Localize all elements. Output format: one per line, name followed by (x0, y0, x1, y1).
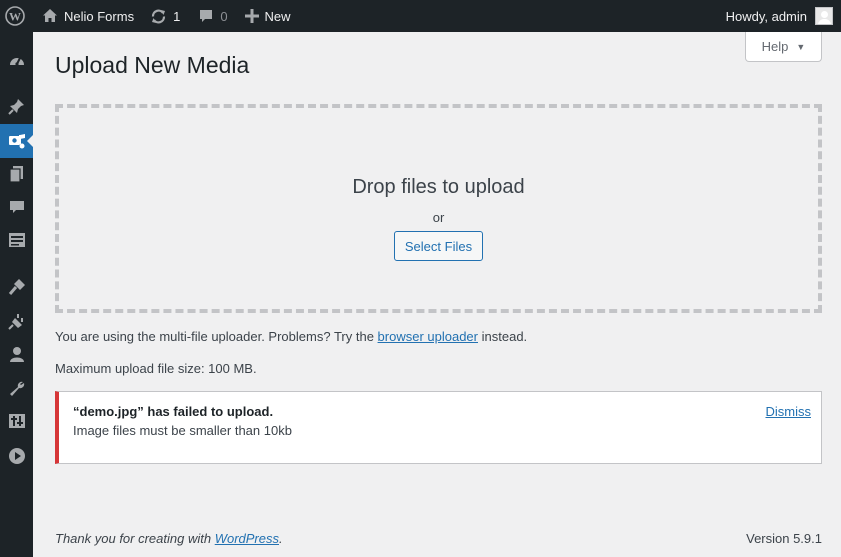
footer-thanks: Thank you for creating with WordPress. (55, 531, 283, 546)
play-icon (8, 448, 25, 464)
menu-item-appearance[interactable] (0, 272, 33, 302)
help-label: Help (761, 39, 789, 54)
media-icon (8, 134, 25, 149)
menu-item-forms[interactable] (0, 225, 33, 255)
site-name-label: Nelio Forms (64, 8, 135, 24)
new-content-link[interactable]: New (235, 0, 298, 32)
menu-item-play[interactable] (0, 441, 33, 471)
greeting-text: Howdy, admin (725, 8, 807, 24)
forms-icon (8, 233, 25, 247)
instead-text: instead. (481, 329, 528, 344)
admin-side-menu (0, 32, 33, 557)
caret-down-icon: ▼ (796, 41, 806, 52)
home-icon (43, 9, 57, 22)
drop-files-text: Drop files to upload (352, 176, 525, 198)
footer-version: Version 5.9.1 (746, 531, 822, 546)
footer-period: . (279, 531, 283, 546)
footer-thanks-text: Thank you for creating with (55, 531, 212, 546)
tools-icon (9, 381, 24, 396)
pin-icon (7, 99, 24, 115)
help-button[interactable]: Help ▼ (745, 32, 822, 62)
my-account-link[interactable]: Howdy, admin (726, 0, 841, 32)
svg-text:W: W (9, 10, 21, 24)
pages-icon (8, 166, 23, 183)
dismiss-link[interactable]: Dismiss (766, 404, 812, 419)
uploader-info: You are using the multi-file uploader. P… (55, 329, 527, 344)
select-files-button[interactable]: Select Files (394, 231, 483, 261)
menu-item-pages[interactable] (0, 159, 33, 189)
browser-uploader-link[interactable]: browser uploader (378, 329, 478, 344)
wordpress-logo-button[interactable]: W (0, 0, 32, 32)
wordpress-link[interactable]: WordPress (215, 531, 279, 546)
menu-item-plugins[interactable] (0, 306, 33, 336)
upload-error-notice: “demo.jpg” has failed to upload. Image f… (55, 391, 822, 464)
comments-icon (9, 201, 24, 213)
site-name-link[interactable]: Nelio Forms (32, 0, 141, 32)
wordpress-logo-icon: W (5, 6, 25, 26)
menu-item-tools[interactable] (0, 373, 33, 403)
settings-icon (8, 414, 25, 428)
users-icon (9, 347, 24, 362)
comments-link[interactable]: 0 (187, 0, 234, 32)
multi-uploader-text: You are using the multi-file uploader. P… (55, 329, 374, 344)
dashboard-icon (9, 57, 24, 66)
new-label: New (264, 8, 291, 24)
menu-item-dashboard[interactable] (0, 46, 33, 76)
updates-icon (151, 9, 166, 23)
updates-link[interactable]: 1 (141, 0, 187, 32)
menu-item-comments[interactable] (0, 192, 33, 222)
max-upload-size: Maximum upload file size: 100 MB. (55, 361, 257, 376)
admin-bar: W Nelio Forms 1 0 New Howdy, admin (0, 0, 841, 32)
error-message: Image files must be smaller than 10kb (73, 423, 292, 438)
appearance-icon (8, 279, 25, 295)
menu-item-media[interactable] (0, 124, 33, 158)
plus-icon (244, 9, 259, 23)
menu-item-settings[interactable] (0, 406, 33, 436)
menu-item-users[interactable] (0, 339, 33, 369)
drop-zone[interactable]: Drop files to upload or Select Files (55, 104, 822, 313)
or-text: or (432, 210, 445, 225)
menu-item-posts[interactable] (0, 91, 33, 121)
avatar (815, 7, 833, 25)
comment-bubble-icon (200, 10, 213, 22)
page-title: Upload New Media (55, 52, 250, 78)
comments-count: 0 (220, 8, 228, 24)
error-title: “demo.jpg” has failed to upload. (73, 404, 274, 419)
updates-count: 1 (173, 8, 181, 24)
plugins-icon (7, 314, 23, 330)
